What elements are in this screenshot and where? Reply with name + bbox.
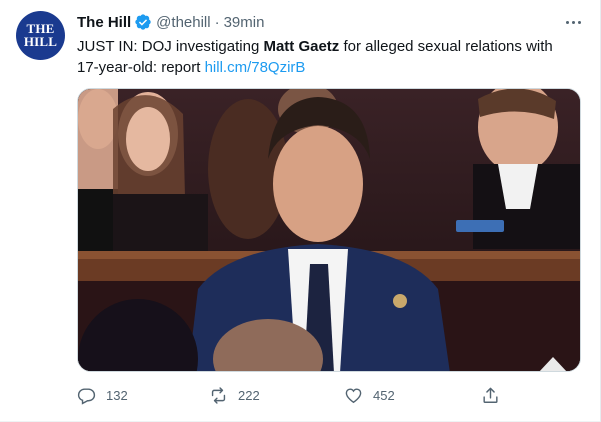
photo-illustration (78, 89, 580, 371)
avatar-text-line2: HILL (23, 33, 58, 49)
retweet-icon (211, 386, 226, 404)
tweet-media-photo[interactable] (77, 88, 581, 372)
reply-icon (77, 387, 96, 405)
more-options-icon[interactable] (561, 12, 585, 32)
tweet-text-prefix: JUST IN: DOJ investigating (77, 38, 264, 55)
reply-button[interactable]: 132 (77, 384, 128, 406)
timestamp[interactable]: 39min (224, 14, 265, 31)
tweet-text: JUST IN: DOJ investigating Matt Gaetz fo… (77, 36, 577, 78)
handle[interactable]: @thehill (156, 14, 210, 31)
tweet-text-bold-name: Matt Gaetz (263, 38, 340, 55)
display-name[interactable]: The Hill (77, 14, 131, 31)
like-count: 452 (373, 387, 395, 403)
share-button[interactable] (481, 384, 500, 406)
tweet-link[interactable]: hill.cm/78QzirB (205, 59, 306, 76)
tweet-header: The Hill @thehill · 39min (77, 12, 264, 32)
separator-dot: · (214, 13, 220, 31)
tweet-card[interactable]: THE HILL The Hill @thehill · 39min JUST … (0, 0, 601, 422)
avatar[interactable]: THE HILL (16, 11, 65, 60)
reply-count: 132 (106, 387, 128, 403)
retweet-count: 222 (238, 387, 260, 403)
retweet-button[interactable]: 222 (209, 384, 260, 406)
heart-icon (345, 387, 362, 403)
verified-badge-icon (134, 13, 152, 31)
share-icon (483, 387, 498, 403)
tweet-actions: 132 222 452 (77, 384, 517, 406)
like-button[interactable]: 452 (344, 384, 395, 406)
